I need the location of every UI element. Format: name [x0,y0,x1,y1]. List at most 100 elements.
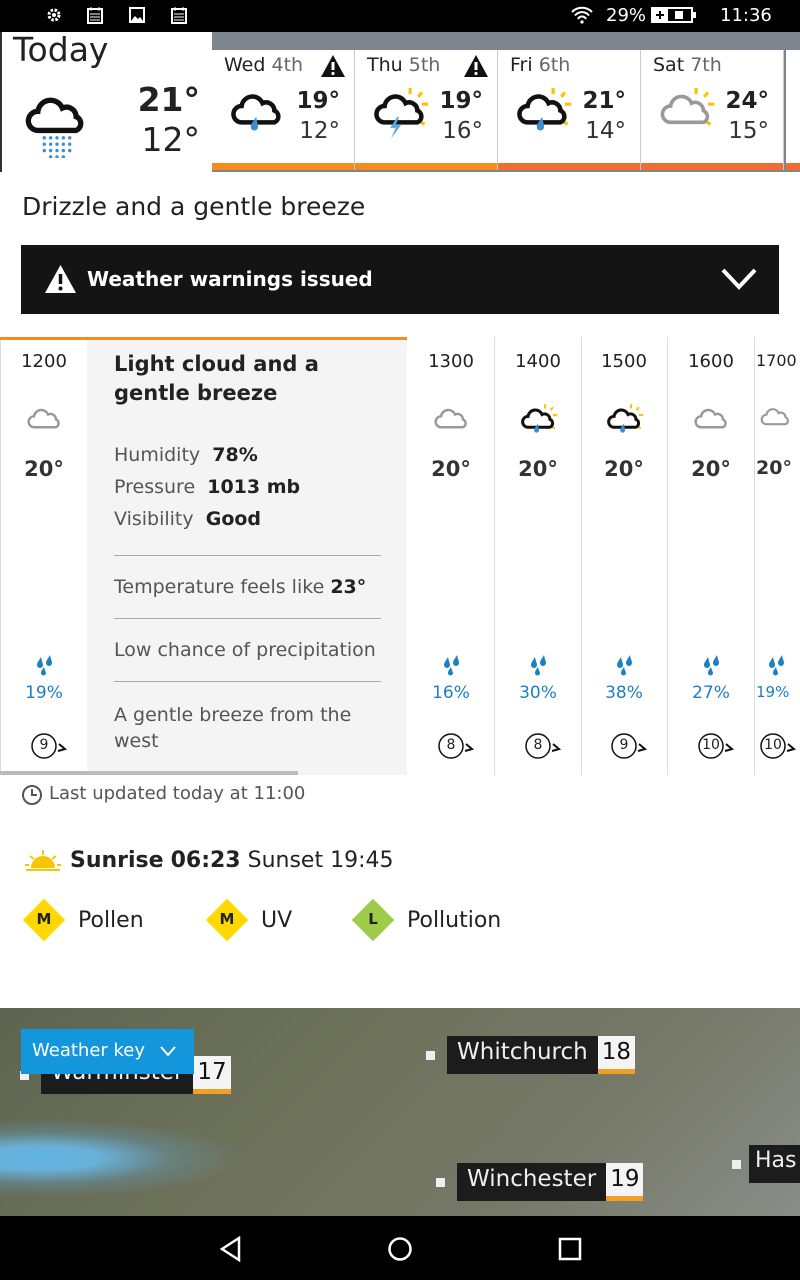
cloud-sun-icon [655,86,719,146]
day-high: 21° [582,88,626,114]
sunset-label: Sunset [247,848,324,873]
calendar-icon [87,7,103,24]
index-pollution[interactable]: L Pollution [351,898,501,942]
day-name: Fri 6th [510,54,571,76]
clock: 11:36 [720,5,772,26]
wind-direction-icon: 8 [435,731,475,761]
feels-like-value: 23° [330,576,367,598]
hour-column-1200[interactable]: 1200 20° 19% 9 [0,337,87,775]
hour-column-1600[interactable]: 1600 20° 27% 10 [668,337,755,775]
humidity-value: 78% [212,444,258,466]
hour-time: 1400 [515,351,561,372]
level-badge: M [22,898,66,942]
hour-column-1700[interactable]: 1700 20° 19% 10 [754,337,800,775]
weather-warnings-toggle[interactable]: Weather warnings issued [21,245,779,314]
town-temp: 17 [193,1056,231,1094]
hour-precip: 19% [25,683,63,703]
hour-temp: 20° [604,457,644,481]
hour-time: 1500 [601,351,647,372]
hour-column-1500[interactable]: 1500 20° 38% 9 [581,337,668,775]
town-name: Has [749,1145,800,1183]
day-tab-thu[interactable]: Thu 5th 19° 16° [355,50,498,170]
hour-time: 1700 [756,351,797,370]
hour-precip: 19% [756,683,790,701]
day-low: 14° [585,118,626,144]
pressure-value: 1013 mb [207,476,301,498]
rain-sun-icon [602,403,648,443]
today-low: 12° [141,120,201,159]
raindrops-icon [704,655,719,676]
index-pollen[interactable]: M Pollen [22,898,144,942]
wind-direction-icon: 10 [695,731,735,761]
cloud-icon [22,403,68,443]
day-tab-sat[interactable]: Sat 7th 24° 15° [641,50,784,170]
day-tab-today[interactable]: Today 21° 12° [0,30,212,172]
sun-times: Sunrise 06:23 Sunset 19:45 [70,848,394,873]
home-icon[interactable] [387,1236,413,1262]
visibility-value: Good [205,508,262,530]
gear-icon [47,8,61,22]
raindrops-icon [37,655,52,676]
android-nav-bar [0,1216,800,1280]
town-name: Winchester [457,1163,607,1201]
day-tab-next[interactable] [786,50,800,170]
town-temp: 19 [606,1163,644,1201]
divider [114,618,381,619]
day-high: 24° [725,88,769,114]
day-tab-wed[interactable]: Wed 4th 19° 12° [212,50,355,170]
weather-map[interactable]: Warminster17 Whitchurch18 Winchester19 H… [0,1008,800,1216]
day-high: 19° [439,88,483,114]
day-color-bar [786,163,800,170]
battery-percent: 29% [606,5,647,26]
image-icon [129,7,145,23]
hour-time: 1600 [688,351,734,372]
horizontal-scrollbar[interactable] [0,771,298,775]
wifi-icon [571,6,593,24]
map-town-winchester[interactable]: Winchester 19 [436,1163,644,1201]
detail-title: Light cloud and a gentle breeze [114,352,319,405]
humidity-label: Humidity [114,444,201,466]
cloud-icon [756,403,796,438]
battery-icon [651,7,696,23]
back-icon[interactable] [218,1236,244,1262]
chevron-down-icon [721,268,757,290]
recents-icon[interactable] [558,1237,582,1261]
hourly-forecast[interactable]: 1700 20° 19% 10 1600 20° 27% 10 1500 20° 38% 9 1400 2… [0,337,800,777]
light-rain-icon [226,86,290,146]
warnings-label: Weather warnings issued [87,267,373,291]
wind-speed: 8 [446,737,456,753]
hour-column-1300[interactable]: 1300 20° 16% 8 [408,337,495,775]
hour-temp: 20° [691,457,731,481]
today-high: 21° [137,80,200,119]
wind-speed: 9 [39,737,49,753]
day-low: 16° [442,118,483,144]
index-label: UV [261,907,293,933]
raindrops-icon [769,655,784,676]
level-badge: M [205,898,249,942]
day-tab-fri[interactable]: Fri 6th 21° 14° [498,50,641,170]
raindrops-icon [531,655,546,676]
town-name: Whitchurch [447,1036,598,1074]
hour-precip: 38% [605,683,643,703]
weather-key-label: Weather key [32,1040,146,1061]
raindrops-icon [444,655,459,676]
day-color-bar [498,163,640,170]
pressure-row: Pressure 1013 mb [114,476,300,498]
index-uv[interactable]: M UV [205,898,292,942]
map-town-whitchurch[interactable]: Whitchurch 18 [426,1036,635,1074]
hour-time: 1200 [21,351,67,372]
feels-like-row: Temperature feels like 23° [114,576,366,598]
weather-key-button[interactable]: Weather key [21,1029,194,1074]
day-name: Wed 4th [224,54,304,76]
today-label: Today [13,30,109,69]
thunder-sun-icon [369,86,433,146]
wind-direction-icon: 9 [28,731,68,761]
map-town-partial[interactable]: Has [732,1145,800,1183]
calendar-icon [171,7,187,24]
cloud-icon [429,403,475,443]
wind-direction-icon: 8 [522,731,562,761]
day-name: Thu 5th [367,54,441,76]
hour-temp: 20° [24,457,64,481]
day-low: 12° [299,118,340,144]
hour-column-1400[interactable]: 1400 20° 30% 8 [495,337,582,775]
